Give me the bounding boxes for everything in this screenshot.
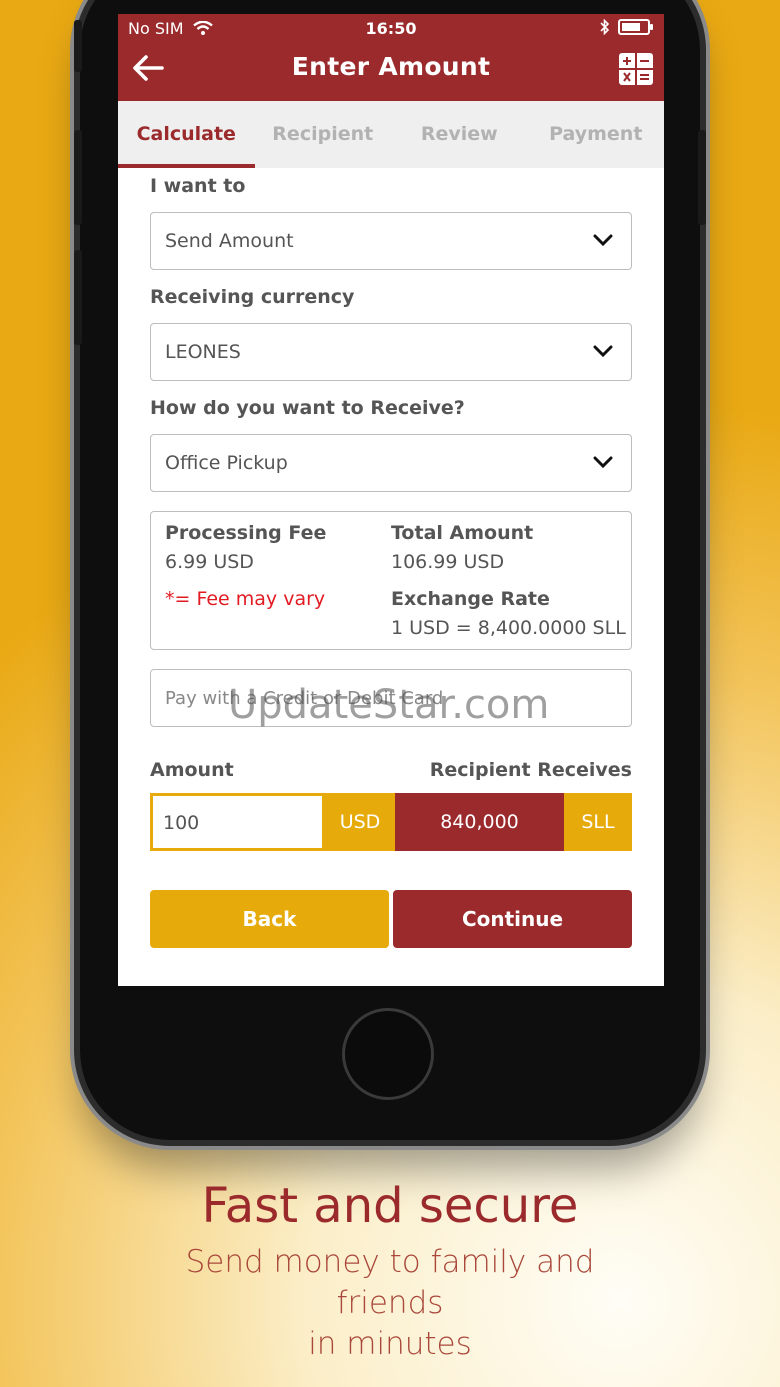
processing-fee-value: 6.99 USD bbox=[165, 551, 254, 573]
total-amount-label: Total Amount bbox=[391, 522, 534, 544]
exchange-rate-value: 1 USD = 8,400.0000 SLL bbox=[391, 617, 626, 639]
processing-fee-label: Processing Fee bbox=[165, 522, 327, 544]
method-label: How do you want to Receive? bbox=[150, 397, 465, 419]
volume-up-button bbox=[74, 130, 82, 225]
fee-summary: Processing Fee 6.99 USD *= Fee may vary … bbox=[150, 511, 632, 650]
intent-select[interactable]: Send Amount bbox=[150, 212, 632, 270]
intent-value: Send Amount bbox=[165, 230, 294, 252]
currency-value: LEONES bbox=[165, 341, 241, 363]
app-screen: No SIM 16:50 Enter Amount Calculate Reci… bbox=[118, 14, 664, 986]
receive-method-select[interactable]: Office Pickup bbox=[150, 434, 632, 492]
caption-line-2: in minutes bbox=[308, 1326, 472, 1362]
chevron-down-icon bbox=[593, 345, 613, 358]
recipient-receives-label: Recipient Receives bbox=[429, 759, 632, 781]
power-button bbox=[698, 130, 706, 225]
page-title: Enter Amount bbox=[291, 52, 491, 81]
amount-label: Amount bbox=[150, 759, 234, 781]
battery-icon bbox=[618, 19, 653, 35]
app-header: No SIM 16:50 Enter Amount bbox=[118, 14, 664, 101]
tab-calculate[interactable]: Calculate bbox=[118, 101, 255, 168]
send-currency-badge: USD bbox=[325, 793, 395, 851]
caption-line-1: Send money to family and friends bbox=[185, 1244, 595, 1321]
method-value: Office Pickup bbox=[165, 452, 288, 474]
receive-currency-badge: SLL bbox=[564, 793, 632, 851]
bluetooth-icon bbox=[600, 19, 610, 35]
home-button[interactable] bbox=[342, 1008, 434, 1100]
receive-amount-value: 840,000 bbox=[395, 793, 564, 851]
total-amount-value: 106.99 USD bbox=[391, 551, 505, 573]
chevron-down-icon bbox=[593, 234, 613, 247]
battery-level bbox=[622, 23, 640, 31]
tab-payment[interactable]: Payment bbox=[528, 101, 665, 168]
step-tabs: Calculate Recipient Review Payment bbox=[118, 101, 664, 168]
volume-down-button bbox=[74, 250, 82, 345]
chevron-down-icon bbox=[593, 456, 613, 469]
amount-input[interactable]: 100 bbox=[150, 793, 325, 851]
fee-note: *= Fee may vary bbox=[165, 588, 326, 610]
mute-switch bbox=[74, 20, 82, 72]
caption-headline: Fast and secure bbox=[201, 1178, 579, 1234]
exchange-rate-label: Exchange Rate bbox=[391, 588, 550, 610]
amount-row: 100 USD 840,000 SLL bbox=[150, 793, 632, 851]
currency-label: Receiving currency bbox=[150, 286, 355, 308]
status-bar: No SIM 16:50 bbox=[118, 14, 664, 42]
currency-select[interactable]: LEONES bbox=[150, 323, 632, 381]
calculator-icon[interactable] bbox=[618, 52, 654, 86]
watermark: UpdateStar.com bbox=[228, 682, 550, 728]
back-button[interactable]: Back bbox=[150, 890, 389, 948]
tab-recipient[interactable]: Recipient bbox=[255, 101, 392, 168]
caption-subtitle: Send money to family and friends in minu… bbox=[130, 1242, 650, 1365]
intent-label: I want to bbox=[150, 175, 246, 197]
continue-button[interactable]: Continue bbox=[393, 890, 632, 948]
clock: 16:50 bbox=[365, 19, 417, 38]
tab-review[interactable]: Review bbox=[391, 101, 528, 168]
